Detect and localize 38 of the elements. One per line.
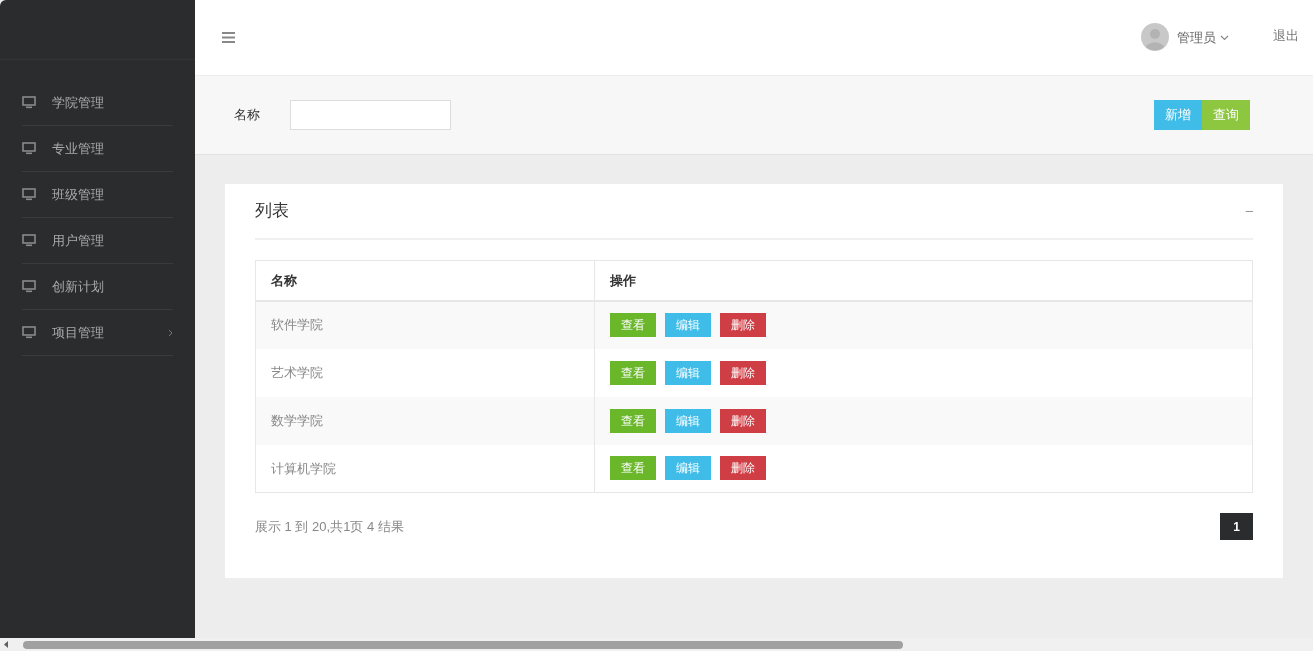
column-header: 名称 xyxy=(255,260,595,301)
page-button[interactable]: 1 xyxy=(1220,513,1253,540)
delete-button[interactable]: 删除 xyxy=(720,360,766,385)
menu-icon[interactable] xyxy=(222,32,235,43)
name-field[interactable] xyxy=(290,100,451,130)
chevron-down-icon xyxy=(1220,34,1229,41)
delete-button[interactable]: 删除 xyxy=(720,408,766,433)
avatar-icon xyxy=(1141,22,1169,51)
view-button[interactable]: 查看 xyxy=(610,456,656,481)
delete-button[interactable]: 删除 xyxy=(720,456,766,481)
column-header: 操作 xyxy=(594,260,1253,301)
logout-link[interactable]: 退出 xyxy=(1273,25,1299,46)
card-title: 列表 xyxy=(255,200,289,223)
name-label: 名称 xyxy=(234,106,260,125)
sidebar-item[interactable]: 用户管理 xyxy=(22,218,173,264)
view-button[interactable]: 查看 xyxy=(610,408,656,433)
collapse-button[interactable]: – xyxy=(1245,201,1253,221)
chevron-right-icon xyxy=(168,328,173,337)
monitor-icon xyxy=(22,280,36,293)
monitor-icon xyxy=(22,188,36,201)
table-cell: 数学学院 xyxy=(255,396,595,445)
monitor-icon xyxy=(22,326,36,339)
monitor-icon xyxy=(22,96,36,109)
sidebar-item[interactable]: 项目管理 xyxy=(22,310,173,356)
sidebar-item[interactable]: 班级管理 xyxy=(22,172,173,218)
user-menu[interactable]: 管理员 xyxy=(1177,27,1229,48)
table-cell: 计算机学院 xyxy=(255,444,595,493)
view-button[interactable]: 查看 xyxy=(610,360,656,385)
results-summary: 展示 1 到 20,共1页 4 结果 xyxy=(255,517,404,536)
delete-button[interactable]: 删除 xyxy=(720,313,766,337)
table-cell: 软件学院 xyxy=(255,300,595,349)
sidebar-item[interactable]: 创新计划 xyxy=(22,264,173,310)
table-cell: 艺术学院 xyxy=(255,348,595,397)
monitor-icon xyxy=(22,142,36,155)
monitor-icon xyxy=(22,234,36,247)
view-button[interactable]: 查看 xyxy=(610,313,656,337)
sidebar-item[interactable]: 专业管理 xyxy=(22,126,173,172)
sidebar-item[interactable]: 学院管理 xyxy=(22,80,173,126)
